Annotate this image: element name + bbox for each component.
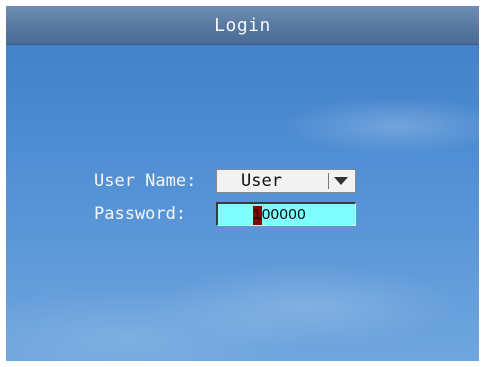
dropdown-divider — [328, 173, 329, 189]
chevron-down-icon[interactable] — [334, 177, 348, 185]
password-label: Password: — [94, 204, 187, 224]
username-dropdown[interactable]: User — [216, 169, 356, 193]
username-label: User Name: — [94, 171, 197, 191]
window-title: Login — [214, 14, 271, 36]
username-selected-value: User — [241, 171, 282, 191]
password-field[interactable]: 100000 — [216, 202, 356, 226]
password-value: 100000 — [253, 206, 307, 223]
title-bar: Login — [6, 6, 479, 45]
login-screen: Login User Name: User Password: 100000 — [6, 6, 479, 361]
